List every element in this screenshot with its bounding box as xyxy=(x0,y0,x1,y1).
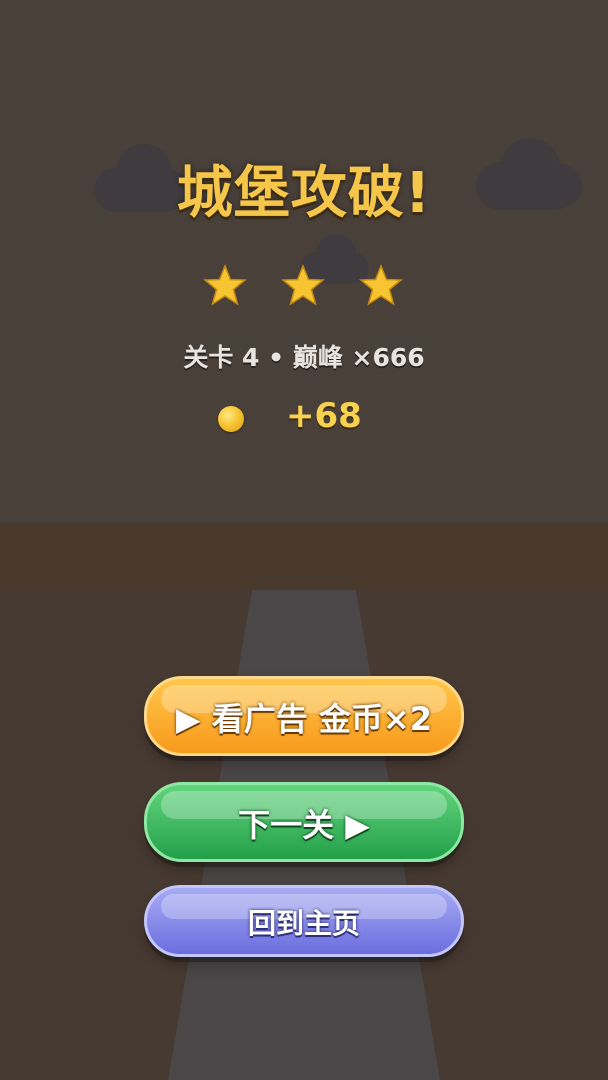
star-icon xyxy=(281,264,325,306)
next-level-button[interactable]: 下一关 ▶ xyxy=(144,782,464,862)
level-info: 关卡 4 • 巅峰 ×666 xyxy=(183,343,425,372)
watch-ad-double-coins-button[interactable]: ▶ 看广告 金币×2 xyxy=(144,676,464,756)
star-rating xyxy=(0,262,608,312)
star-icon xyxy=(359,264,403,306)
coin-icon xyxy=(218,406,244,432)
home-button[interactable]: 回到主页 xyxy=(144,885,464,957)
result-title: 城堡攻破! xyxy=(176,161,432,226)
next-level-button-label: 下一关 ▶ xyxy=(238,806,370,844)
home-button-label: 回到主页 xyxy=(247,907,360,940)
coin-reward: +68 xyxy=(286,396,362,436)
watch-ad-button-label: ▶ 看广告 金币×2 xyxy=(176,700,432,738)
star-icon xyxy=(203,264,247,306)
